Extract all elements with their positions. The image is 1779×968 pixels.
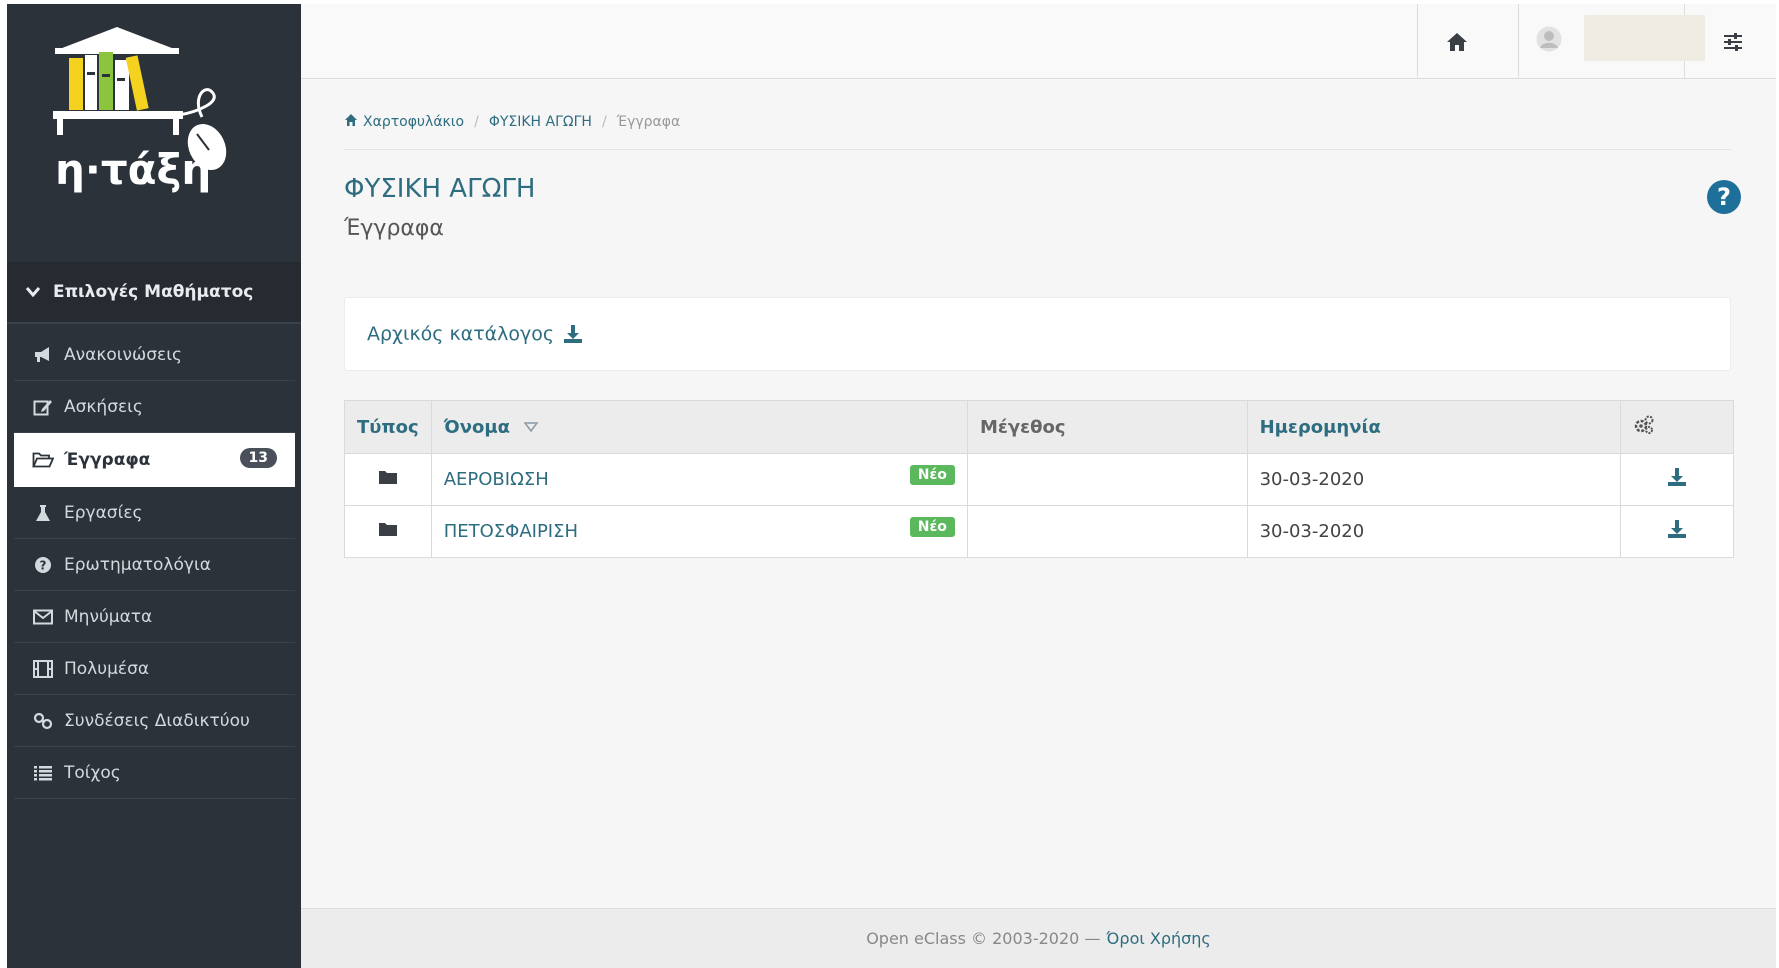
page-title: ΦΥΣΙΚΗ ΑΓΩΓΗ xyxy=(344,174,536,204)
user-name-box[interactable] xyxy=(1584,15,1705,61)
breadcrumb-divider xyxy=(344,149,1731,150)
sidebar-item-wall[interactable]: Τοίχος xyxy=(14,747,295,799)
course-menu: Ανακοινώσεις Ασκήσεις Έγγραφα 13 Εργασίε… xyxy=(14,329,295,799)
table-row[interactable]: ΑΕΡΟΒΙΩΣΗ Νέο 30-03-2020 xyxy=(344,453,1734,506)
course-options-header[interactable]: Επιλογές Μαθήματος xyxy=(7,262,301,324)
table-header-row: Τύπος Όνομα Μέγεθος Ημερομηνία xyxy=(344,400,1734,454)
svg-text:?: ? xyxy=(1717,183,1731,211)
folder-link[interactable]: ΠΕΤΟΣΦΑΙΡΙΣΗ xyxy=(444,521,578,542)
sidebar-item-assignments[interactable]: Εργασίες xyxy=(14,487,295,539)
column-header-type[interactable]: Τύπος xyxy=(344,400,432,454)
page-subtitle: Έγγραφα xyxy=(344,216,444,241)
sidebar-item-multimedia[interactable]: Πολυμέσα xyxy=(14,643,295,695)
download-icon[interactable] xyxy=(1667,467,1687,487)
user-icon[interactable] xyxy=(1536,26,1562,52)
column-header-actions xyxy=(1620,400,1734,454)
breadcrumb-separator: / xyxy=(474,113,479,130)
column-header-name[interactable]: Όνομα xyxy=(430,400,968,454)
new-badge: Νέο xyxy=(909,517,955,537)
name-cell: ΠΕΤΟΣΦΑΙΡΙΣΗ Νέο xyxy=(430,505,968,558)
actions-cell xyxy=(1620,505,1734,558)
sidebar-item-messages[interactable]: Μηνύματα xyxy=(14,591,295,643)
date-cell: 30-03-2020 xyxy=(1246,453,1622,506)
bullhorn-icon xyxy=(32,344,54,366)
breadcrumb-separator: / xyxy=(601,113,607,130)
breadcrumb: Χαρτοφυλάκιο / ΦΥΣΙΚΗ ΑΓΩΓΗ / Έγγραφα xyxy=(344,113,680,130)
top-bar xyxy=(301,4,1776,79)
link-icon xyxy=(32,710,54,732)
table-row[interactable]: ΠΕΤΟΣΦΑΙΡΙΣΗ Νέο 30-03-2020 xyxy=(344,505,1734,558)
type-cell xyxy=(344,505,432,558)
sidebar-item-announcements[interactable]: Ανακοινώσεις xyxy=(14,329,295,381)
help-icon[interactable]: ? xyxy=(1706,179,1742,215)
download-icon[interactable] xyxy=(1667,519,1687,539)
root-directory-link[interactable]: Αρχικός κατάλογος xyxy=(367,323,554,345)
size-cell xyxy=(966,453,1248,506)
name-cell: ΑΕΡΟΒΙΩΣΗ Νέο xyxy=(430,453,968,506)
film-icon xyxy=(32,658,54,680)
sidebar-item-questionnaires[interactable]: ? Ερωτηματολόγια xyxy=(14,539,295,591)
sidebar-item-label: Μηνύματα xyxy=(64,606,153,627)
sliders-icon[interactable] xyxy=(1722,31,1744,53)
logo[interactable]: η·τάξη xyxy=(47,22,267,222)
envelope-icon xyxy=(32,606,54,628)
sidebar-item-label: Ερωτηματολόγια xyxy=(64,554,211,575)
folder-link[interactable]: ΑΕΡΟΒΙΩΣΗ xyxy=(444,469,549,490)
folder-icon xyxy=(378,471,397,484)
sidebar: η·τάξη Επιλογές Μαθήματος Ανακοινώσεις Α… xyxy=(7,4,301,968)
edit-icon xyxy=(32,396,54,418)
question-circle-icon: ? xyxy=(32,554,54,576)
sort-caret-down-icon xyxy=(524,421,539,432)
documents-count-badge: 13 xyxy=(239,448,277,468)
home-icon xyxy=(345,114,357,126)
gears-icon xyxy=(1634,415,1654,434)
footer: Open eClass © 2003-2020 — Όροι Χρήσης xyxy=(301,908,1776,968)
svg-text:?: ? xyxy=(40,558,47,572)
sidebar-item-label: Ασκήσεις xyxy=(64,396,143,417)
main-content: Χαρτοφυλάκιο / ΦΥΣΙΚΗ ΑΓΩΓΗ / Έγγραφα ΦΥ… xyxy=(301,79,1776,909)
sidebar-item-label: Εργασίες xyxy=(64,502,143,523)
app-window: η·τάξη Επιλογές Μαθήματος Ανακοινώσεις Α… xyxy=(7,4,1776,968)
home-icon[interactable] xyxy=(1445,30,1469,54)
date-cell: 30-03-2020 xyxy=(1246,505,1622,558)
column-header-label: Όνομα xyxy=(443,416,510,438)
breadcrumb-label: Χαρτοφυλάκιο xyxy=(363,114,465,130)
sidebar-item-web-links[interactable]: Συνδέσεις Διαδικτύου xyxy=(14,695,295,747)
column-header-size[interactable]: Μέγεθος xyxy=(966,400,1248,454)
sidebar-item-label: Πολυμέσα xyxy=(64,658,150,679)
chevron-down-icon xyxy=(25,283,41,302)
list-icon xyxy=(32,762,54,784)
flask-icon xyxy=(32,502,54,524)
type-cell xyxy=(344,453,432,506)
breadcrumb-portfolio[interactable]: Χαρτοφυλάκιο xyxy=(344,113,464,130)
new-badge: Νέο xyxy=(909,465,955,485)
topbar-divider xyxy=(1518,4,1519,79)
footer-copyright: Open eClass © 2003-2020 — xyxy=(866,929,1101,948)
size-cell xyxy=(966,505,1248,558)
terms-of-use-link[interactable]: Όροι Χρήσης xyxy=(1106,929,1210,948)
sidebar-item-label: Τοίχος xyxy=(64,762,121,783)
documents-table: Τύπος Όνομα Μέγεθος Ημερομηνία ΑΕΡΟΒΙΩΣΗ… xyxy=(344,400,1734,558)
root-directory-panel: Αρχικός κατάλογος xyxy=(344,297,1731,371)
sidebar-item-label: Έγγραφα xyxy=(64,450,151,470)
logo-text: η·τάξη xyxy=(55,145,211,194)
sidebar-item-label: Συνδέσεις Διαδικτύου xyxy=(64,710,250,731)
folder-icon xyxy=(378,523,397,536)
breadcrumb-current: Έγγραφα xyxy=(616,113,681,130)
topbar-divider xyxy=(1417,4,1418,79)
sidebar-item-label: Ανακοινώσεις xyxy=(64,344,182,365)
sidebar-item-exercises[interactable]: Ασκήσεις xyxy=(14,381,295,433)
download-icon[interactable] xyxy=(563,324,583,344)
sidebar-item-documents[interactable]: Έγγραφα 13 xyxy=(14,433,295,487)
actions-cell xyxy=(1620,453,1734,506)
breadcrumb-course[interactable]: ΦΥΣΙΚΗ ΑΓΩΓΗ xyxy=(489,114,592,130)
folder-open-icon xyxy=(32,449,54,471)
column-header-date[interactable]: Ημερομηνία xyxy=(1246,400,1622,454)
course-options-label: Επιλογές Μαθήματος xyxy=(53,282,254,302)
